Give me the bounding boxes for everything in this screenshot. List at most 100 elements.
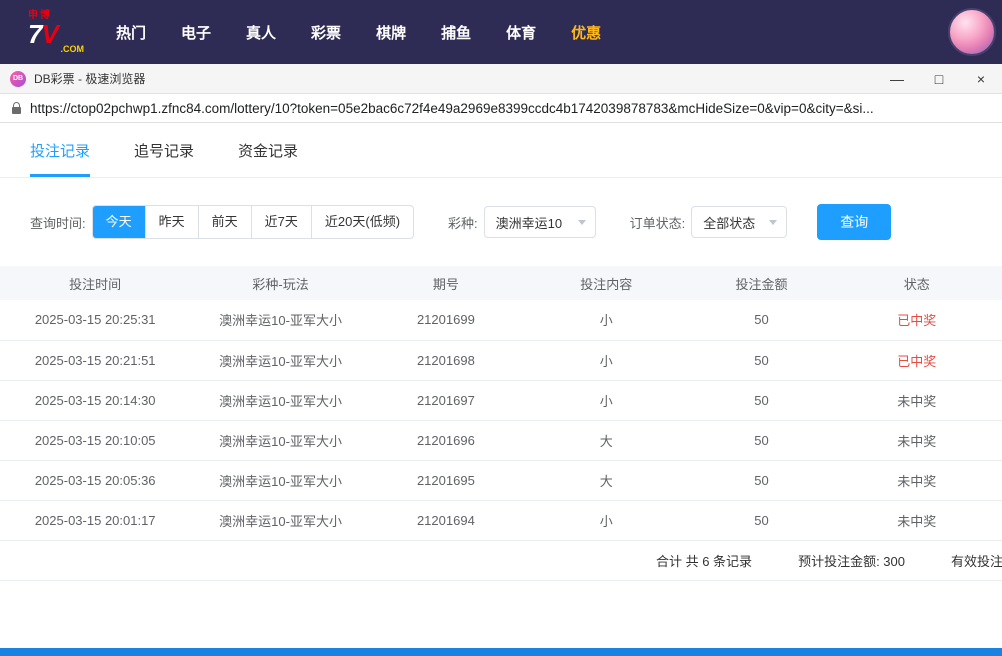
cell-issue: 21201695 — [371, 460, 521, 500]
cell-status: 未中奖 — [832, 380, 1002, 420]
user-avatar[interactable] — [948, 8, 996, 56]
header-status: 状态 — [832, 266, 1002, 300]
summary-valid-amount: 有效投注金 — [951, 551, 1002, 570]
order-status-select[interactable]: 全部状态 — [691, 206, 787, 238]
cell-status: 未中奖 — [832, 420, 1002, 460]
cell-amount: 50 — [691, 380, 831, 420]
header-issue: 期号 — [371, 266, 521, 300]
url-text[interactable]: https://ctop02pchwp1.zfnc84.com/lottery/… — [30, 101, 990, 116]
cell-issue: 21201699 — [371, 300, 521, 340]
table-row: 2025-03-15 20:10:05澳洲幸运10-亚军大小21201696大5… — [0, 420, 1002, 460]
cell-issue: 21201698 — [371, 340, 521, 380]
browser-titlebar: DB DB彩票 - 极速浏览器 — □ × — [0, 64, 1002, 94]
app-icon: DB — [10, 71, 26, 87]
lock-icon — [12, 107, 21, 114]
table-row: 2025-03-15 20:05:36澳洲幸运10-亚军大小21201695大5… — [0, 460, 1002, 500]
chevron-down-icon — [578, 220, 586, 225]
cell-time: 2025-03-15 20:14:30 — [0, 380, 190, 420]
site-logo[interactable]: 申博 7V .COM — [28, 11, 84, 54]
cell-status: 未中奖 — [832, 500, 1002, 540]
table-row: 2025-03-15 20:25:31澳洲幸运10-亚军大小21201699小5… — [0, 300, 1002, 340]
chevron-down-icon — [769, 220, 777, 225]
cell-amount: 50 — [691, 500, 831, 540]
cell-content: 小 — [521, 500, 691, 540]
bet-table-body: 2025-03-15 20:25:31澳洲幸运10-亚军大小21201699小5… — [0, 300, 1002, 540]
header-bet-time: 投注时间 — [0, 266, 190, 300]
header-content: 投注内容 — [521, 266, 691, 300]
order-status-value: 全部状态 — [703, 213, 755, 232]
cell-amount: 50 — [691, 420, 831, 460]
cell-game: 澳洲幸运10-亚军大小 — [190, 300, 370, 340]
cell-amount: 50 — [691, 460, 831, 500]
cell-issue: 21201696 — [371, 420, 521, 460]
window-title: DB彩票 - 极速浏览器 — [34, 70, 145, 87]
record-tabs: 投注记录 追号记录 资金记录 — [0, 123, 1002, 178]
main-menu: 热门 电子 真人 彩票 棋牌 捕鱼 体育 优惠 — [114, 16, 603, 49]
taskbar-edge — [0, 648, 1002, 656]
cell-game: 澳洲幸运10-亚军大小 — [190, 340, 370, 380]
url-bar[interactable]: https://ctop02pchwp1.zfnc84.com/lottery/… — [0, 94, 1002, 123]
minimize-button[interactable]: — — [876, 64, 918, 93]
cell-game: 澳洲幸运10-亚军大小 — [190, 380, 370, 420]
table-row: 2025-03-15 20:21:51澳洲幸运10-亚军大小21201698小5… — [0, 340, 1002, 380]
header-amount: 投注金额 — [691, 266, 831, 300]
cell-content: 小 — [521, 340, 691, 380]
cell-content: 小 — [521, 380, 691, 420]
time-option-20days[interactable]: 近20天(低频) — [312, 206, 413, 238]
cell-status: 已中奖 — [832, 300, 1002, 340]
nav-item-live[interactable]: 真人 — [244, 16, 278, 49]
nav-item-lottery[interactable]: 彩票 — [309, 16, 343, 49]
nav-item-sports[interactable]: 体育 — [504, 16, 538, 49]
summary-total: 合计 共 6 条记录 — [656, 551, 752, 570]
nav-item-slots[interactable]: 电子 — [179, 16, 213, 49]
time-option-7days[interactable]: 近7天 — [252, 206, 312, 238]
time-option-today[interactable]: 今天 — [93, 206, 146, 238]
cell-time: 2025-03-15 20:10:05 — [0, 420, 190, 460]
bet-records-table: 投注时间 彩种-玩法 期号 投注内容 投注金额 状态 2025-03-15 20… — [0, 266, 1002, 541]
nav-item-promo[interactable]: 优惠 — [569, 16, 603, 49]
tab-bet-records[interactable]: 投注记录 — [30, 140, 90, 177]
lottery-select-value: 澳洲幸运10 — [496, 213, 562, 232]
search-button[interactable]: 查询 — [817, 204, 891, 240]
nav-item-hot[interactable]: 热门 — [114, 16, 148, 49]
time-filter-label: 查询时间: — [30, 213, 86, 232]
cell-content: 大 — [521, 460, 691, 500]
cell-time: 2025-03-15 20:25:31 — [0, 300, 190, 340]
cell-content: 小 — [521, 300, 691, 340]
time-option-yesterday[interactable]: 昨天 — [146, 206, 199, 238]
cell-status: 未中奖 — [832, 460, 1002, 500]
cell-time: 2025-03-15 20:01:17 — [0, 500, 190, 540]
cell-issue: 21201697 — [371, 380, 521, 420]
top-navigation: 申博 7V .COM 热门 电子 真人 彩票 棋牌 捕鱼 体育 优惠 — [0, 0, 1002, 64]
table-summary: 合计 共 6 条记录 预计投注金额: 300 有效投注金 — [0, 541, 1002, 581]
nav-item-chess[interactable]: 棋牌 — [374, 16, 408, 49]
window-controls: — □ × — [876, 64, 1002, 93]
lottery-filter-label: 彩种: — [448, 213, 478, 232]
tab-chase-records[interactable]: 追号记录 — [134, 140, 194, 177]
close-button[interactable]: × — [960, 64, 1002, 93]
time-filter-group: 今天 昨天 前天 近7天 近20天(低频) — [92, 205, 414, 239]
tab-fund-records[interactable]: 资金记录 — [238, 140, 298, 177]
cell-time: 2025-03-15 20:21:51 — [0, 340, 190, 380]
time-option-day-before[interactable]: 前天 — [199, 206, 252, 238]
cell-issue: 21201694 — [371, 500, 521, 540]
maximize-button[interactable]: □ — [918, 64, 960, 93]
cell-game: 澳洲幸运10-亚军大小 — [190, 460, 370, 500]
summary-expected-amount: 预计投注金额: 300 — [798, 551, 905, 570]
nav-item-fishing[interactable]: 捕鱼 — [439, 16, 473, 49]
cell-game: 澳洲幸运10-亚军大小 — [190, 500, 370, 540]
cell-amount: 50 — [691, 340, 831, 380]
cell-time: 2025-03-15 20:05:36 — [0, 460, 190, 500]
cell-content: 大 — [521, 420, 691, 460]
logo-text-main: 7V — [28, 19, 58, 49]
table-row: 2025-03-15 20:14:30澳洲幸运10-亚军大小21201697小5… — [0, 380, 1002, 420]
status-filter-label: 订单状态: — [630, 213, 686, 232]
cell-game: 澳洲幸运10-亚军大小 — [190, 420, 370, 460]
header-game-play: 彩种-玩法 — [190, 266, 370, 300]
lottery-select[interactable]: 澳洲幸运10 — [484, 206, 596, 238]
cell-amount: 50 — [691, 300, 831, 340]
filter-bar: 查询时间: 今天 昨天 前天 近7天 近20天(低频) 彩种: 澳洲幸运10 订… — [30, 204, 1002, 240]
cell-status: 已中奖 — [832, 340, 1002, 380]
table-row: 2025-03-15 20:01:17澳洲幸运10-亚军大小21201694小5… — [0, 500, 1002, 540]
table-header: 投注时间 彩种-玩法 期号 投注内容 投注金额 状态 — [0, 266, 1002, 300]
